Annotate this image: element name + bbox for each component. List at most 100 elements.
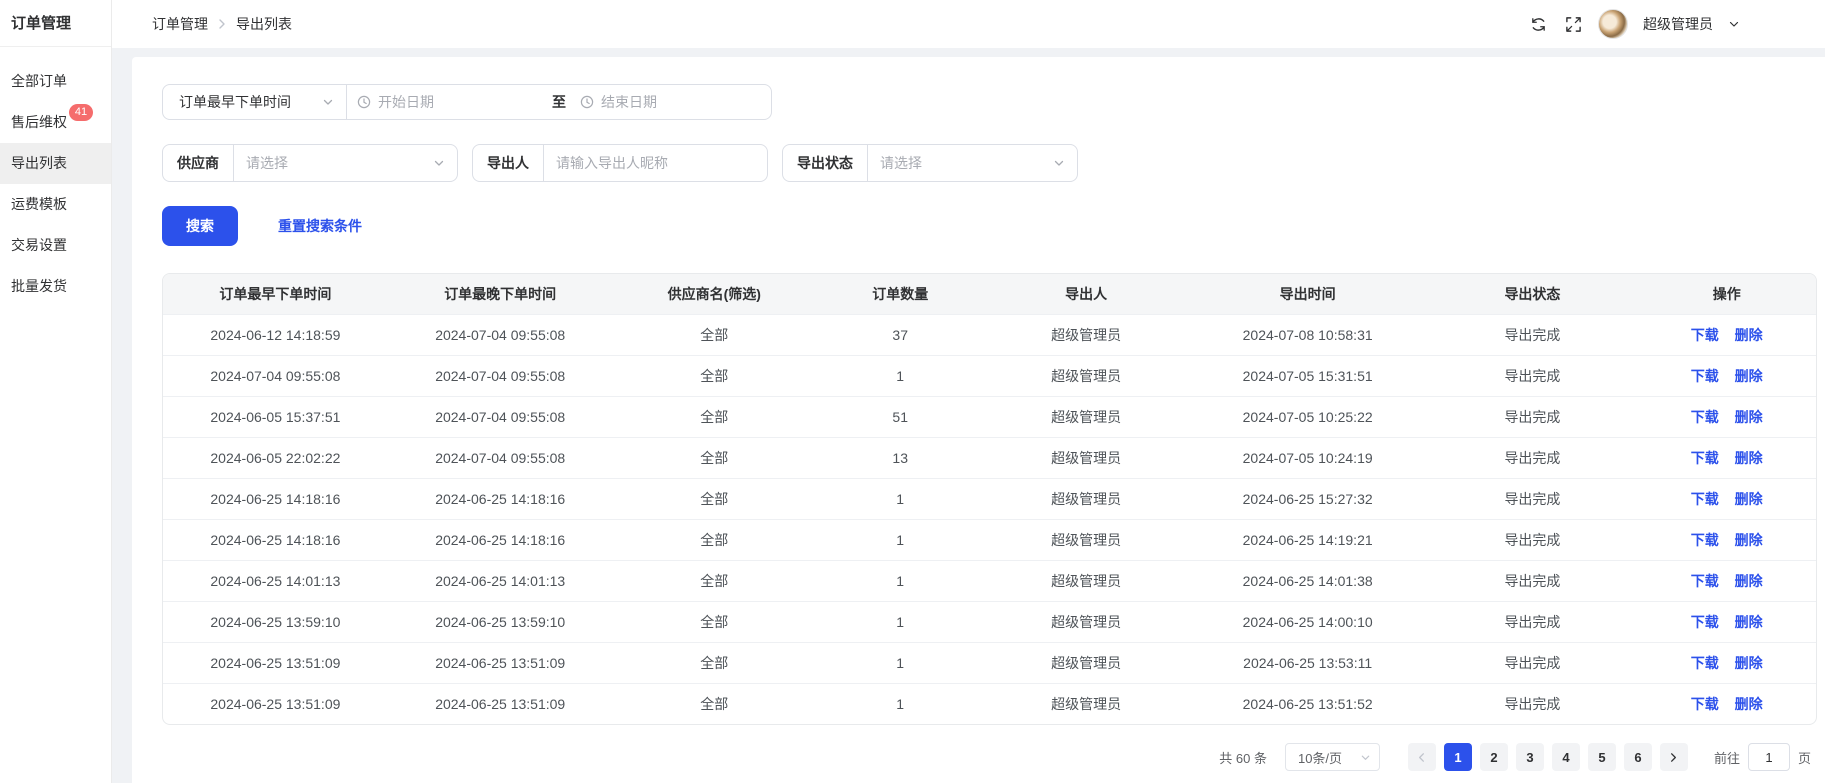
delete-link[interactable]: 删除 xyxy=(1735,532,1763,548)
download-link[interactable]: 下载 xyxy=(1691,573,1719,589)
delete-link[interactable]: 删除 xyxy=(1735,655,1763,671)
goto-page-input[interactable] xyxy=(1748,743,1790,771)
export-status-select[interactable]: 请选择 xyxy=(868,145,1077,181)
start-date-input[interactable]: 开始日期 xyxy=(347,92,548,112)
delete-link[interactable]: 删除 xyxy=(1735,368,1763,384)
download-link[interactable]: 下载 xyxy=(1691,450,1719,466)
user-name[interactable]: 超级管理员 xyxy=(1643,14,1713,34)
export-list-card: 订单最早下单时间 开始日期 至 结束日期 xyxy=(132,57,1825,783)
cell-latest-time: 2024-07-04 09:55:08 xyxy=(388,396,613,437)
cell-exporter: 超级管理员 xyxy=(985,396,1188,437)
page-number-button[interactable]: 5 xyxy=(1588,743,1616,771)
cell-order-count: 37 xyxy=(816,314,985,355)
sidebar-item-售后维权[interactable]: 售后维权 41 xyxy=(0,102,111,143)
prev-page-button[interactable] xyxy=(1408,743,1436,771)
exporter-input[interactable] xyxy=(544,145,767,181)
download-link[interactable]: 下载 xyxy=(1691,409,1719,425)
table-row: 2024-06-25 13:51:09 2024-06-25 13:51:09 … xyxy=(163,642,1816,683)
page-number-button[interactable]: 2 xyxy=(1480,743,1508,771)
download-link[interactable]: 下载 xyxy=(1691,614,1719,630)
download-link[interactable]: 下载 xyxy=(1691,491,1719,507)
search-button[interactable]: 搜索 xyxy=(162,206,238,246)
cell-actions: 下载 删除 xyxy=(1637,601,1816,642)
delete-link[interactable]: 删除 xyxy=(1735,450,1763,466)
sidebar-item-交易设置[interactable]: 交易设置 xyxy=(0,225,111,266)
avatar[interactable] xyxy=(1598,9,1628,39)
sidebar-item-批量发货[interactable]: 批量发货 xyxy=(0,266,111,307)
date-to-label: 至 xyxy=(548,92,570,112)
cell-order-count: 1 xyxy=(816,560,985,601)
cell-export-status: 导出完成 xyxy=(1427,437,1637,478)
delete-link[interactable]: 删除 xyxy=(1735,696,1763,712)
cell-export-time: 2024-06-25 14:00:10 xyxy=(1188,601,1428,642)
delete-link[interactable]: 删除 xyxy=(1735,327,1763,343)
sidebar-item-导出列表[interactable]: 导出列表 xyxy=(0,143,111,184)
end-date-input[interactable]: 结束日期 xyxy=(570,92,771,112)
table-row: 2024-06-25 13:59:10 2024-06-25 13:59:10 … xyxy=(163,601,1816,642)
cell-export-time: 2024-06-25 15:27:32 xyxy=(1188,478,1428,519)
cell-earliest-time: 2024-06-25 14:18:16 xyxy=(163,478,388,519)
cell-earliest-time: 2024-06-25 13:51:09 xyxy=(163,683,388,724)
delete-link[interactable]: 删除 xyxy=(1735,409,1763,425)
download-link[interactable]: 下载 xyxy=(1691,532,1719,548)
page-number-button[interactable]: 4 xyxy=(1552,743,1580,771)
column-header: 导出人 xyxy=(985,274,1188,314)
cell-actions: 下载 删除 xyxy=(1637,437,1816,478)
column-header: 订单最早下单时间 xyxy=(163,274,388,314)
page-number-button[interactable]: 3 xyxy=(1516,743,1544,771)
topbar: 订单管理 导出列表 xyxy=(112,0,1825,48)
next-page-button[interactable] xyxy=(1660,743,1688,771)
delete-link[interactable]: 删除 xyxy=(1735,614,1763,630)
sidebar-item-label: 售后维权 xyxy=(11,114,67,130)
clock-icon xyxy=(580,95,594,109)
breadcrumb-parent[interactable]: 订单管理 xyxy=(152,14,208,34)
end-date-placeholder: 结束日期 xyxy=(601,92,657,112)
cell-exporter: 超级管理员 xyxy=(985,519,1188,560)
sidebar-item-全部订单[interactable]: 全部订单 xyxy=(0,61,111,102)
cell-supplier: 全部 xyxy=(613,478,816,519)
cell-export-time: 2024-06-25 13:51:52 xyxy=(1188,683,1428,724)
supplier-select[interactable]: 请选择 xyxy=(234,145,457,181)
download-link[interactable]: 下载 xyxy=(1691,696,1719,712)
page-number-button[interactable]: 1 xyxy=(1444,743,1472,771)
fullscreen-icon[interactable] xyxy=(1563,14,1583,34)
pagination: 共 60 条 10条/页 1 2 3 4 5 6 前往 xyxy=(162,743,1817,771)
cell-export-status: 导出完成 xyxy=(1427,601,1637,642)
table-row: 2024-06-05 15:37:51 2024-07-04 09:55:08 … xyxy=(163,396,1816,437)
cell-export-status: 导出完成 xyxy=(1427,355,1637,396)
chevron-down-icon xyxy=(1053,157,1065,169)
cell-latest-time: 2024-07-04 09:55:08 xyxy=(388,314,613,355)
download-link[interactable]: 下载 xyxy=(1691,655,1719,671)
cell-exporter: 超级管理员 xyxy=(985,355,1188,396)
date-type-select[interactable]: 订单最早下单时间 xyxy=(163,85,346,119)
sidebar-item-label: 交易设置 xyxy=(11,237,67,253)
cell-exporter: 超级管理员 xyxy=(985,683,1188,724)
refresh-icon[interactable] xyxy=(1528,14,1548,34)
page-number-button[interactable]: 6 xyxy=(1624,743,1652,771)
sidebar-item-label: 全部订单 xyxy=(11,73,67,89)
column-header: 订单数量 xyxy=(816,274,985,314)
column-header: 导出时间 xyxy=(1188,274,1428,314)
download-link[interactable]: 下载 xyxy=(1691,327,1719,343)
chevron-right-icon xyxy=(216,18,228,30)
cell-latest-time: 2024-06-25 13:59:10 xyxy=(388,601,613,642)
cell-supplier: 全部 xyxy=(613,601,816,642)
cell-earliest-time: 2024-06-25 14:01:13 xyxy=(163,560,388,601)
download-link[interactable]: 下载 xyxy=(1691,368,1719,384)
reset-search-link[interactable]: 重置搜索条件 xyxy=(278,216,362,236)
cell-exporter: 超级管理员 xyxy=(985,478,1188,519)
sidebar-item-运费模板[interactable]: 运费模板 xyxy=(0,184,111,225)
filter-row: 供应商 请选择 导出人 导出状态 xyxy=(162,144,1817,182)
cell-export-status: 导出完成 xyxy=(1427,519,1637,560)
actions-row: 搜索 重置搜索条件 xyxy=(162,206,1817,246)
content-area: 订单最早下单时间 开始日期 至 结束日期 xyxy=(112,48,1825,783)
page-size-select[interactable]: 10条/页 xyxy=(1285,743,1380,771)
chevron-down-icon[interactable] xyxy=(1728,18,1740,30)
supplier-filter: 供应商 请选择 xyxy=(162,144,458,182)
cell-order-count: 51 xyxy=(816,396,985,437)
cell-actions: 下载 删除 xyxy=(1637,355,1816,396)
delete-link[interactable]: 删除 xyxy=(1735,491,1763,507)
delete-link[interactable]: 删除 xyxy=(1735,573,1763,589)
sidebar-item-label: 导出列表 xyxy=(11,155,67,171)
export-status-placeholder: 请选择 xyxy=(880,153,922,173)
